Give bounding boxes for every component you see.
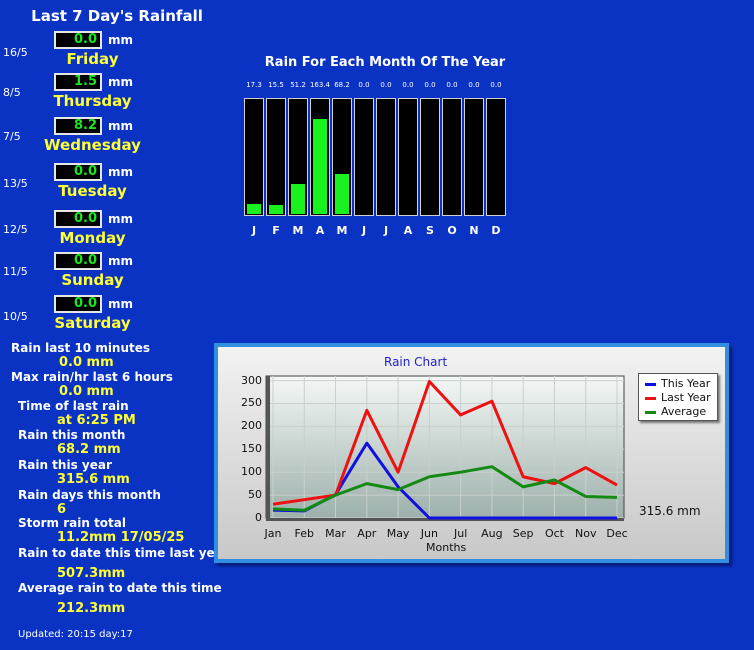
y-tick-label: 150: [241, 442, 262, 456]
chart-legend: This Year Last Year Average: [638, 373, 718, 421]
legend-label: Last Year: [661, 391, 711, 404]
legend-label: Average: [661, 405, 707, 418]
y-tick-label: 50: [248, 488, 262, 502]
x-axis-label: Months: [426, 541, 467, 554]
y-tick-label: 300: [241, 373, 262, 387]
legend-swatch: [645, 396, 656, 400]
y-tick-label: 200: [241, 419, 262, 433]
legend-item-last-year: Last Year: [645, 391, 711, 404]
legend-swatch: [645, 410, 656, 414]
y-axis: [266, 376, 270, 518]
legend-item-this-year: This Year: [645, 377, 710, 390]
y-tick-label: 250: [241, 396, 262, 410]
x-tick-label: Dec: [606, 527, 628, 540]
year-total-label: 315.6 mm: [639, 504, 701, 518]
y-tick-label: 0: [255, 511, 262, 524]
legend-item-average: Average: [645, 405, 706, 418]
legend-label: This Year: [661, 377, 711, 390]
rain-line-chart: [265, 375, 625, 521]
y-tick-label: 100: [241, 465, 262, 479]
legend-swatch: [645, 382, 656, 386]
